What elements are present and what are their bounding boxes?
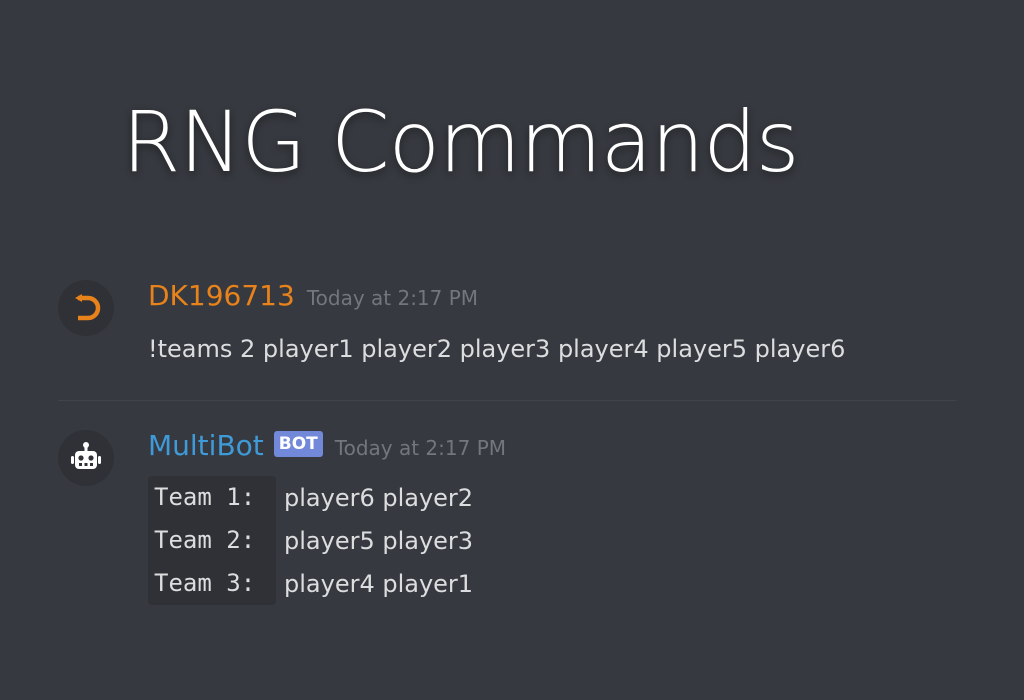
message-header: DK196713 Today at 2:17 PM — [148, 276, 478, 316]
username[interactable]: DK196713 — [148, 276, 295, 316]
timestamp: Today at 2:17 PM — [306, 286, 479, 310]
team-players: player6 player2 — [284, 483, 474, 512]
team-row: Team 2: player5 player3 — [148, 519, 473, 562]
team-row: Team 3: player4 player1 — [148, 562, 473, 605]
page-title: RNG Commands — [122, 93, 799, 191]
bot-badge: BOT — [273, 431, 323, 457]
avatar[interactable] — [58, 280, 114, 336]
team-players: player4 player1 — [284, 569, 474, 598]
username[interactable]: MultiBot — [148, 426, 264, 466]
team-label: Team 3: — [148, 562, 276, 605]
robot-icon — [71, 442, 101, 469]
discord-logo-icon — [75, 294, 101, 321]
message-divider — [58, 400, 956, 401]
timestamp: Today at 2:17 PM — [334, 436, 507, 460]
teams-list: Team 1: player6 player2 Team 2: player5 … — [148, 476, 473, 605]
message-content: !teams 2 player1 player2 player3 player4… — [148, 335, 846, 363]
message-header: MultiBot BOT Today at 2:17 PM — [148, 426, 506, 466]
avatar[interactable] — [58, 430, 114, 486]
team-players: player5 player3 — [284, 526, 474, 555]
team-label: Team 1: — [148, 476, 276, 519]
team-label: Team 2: — [148, 519, 276, 562]
team-row: Team 1: player6 player2 — [148, 476, 473, 519]
page: RNG Commands DK196713 Today at 2:17 PM !… — [0, 0, 1024, 700]
